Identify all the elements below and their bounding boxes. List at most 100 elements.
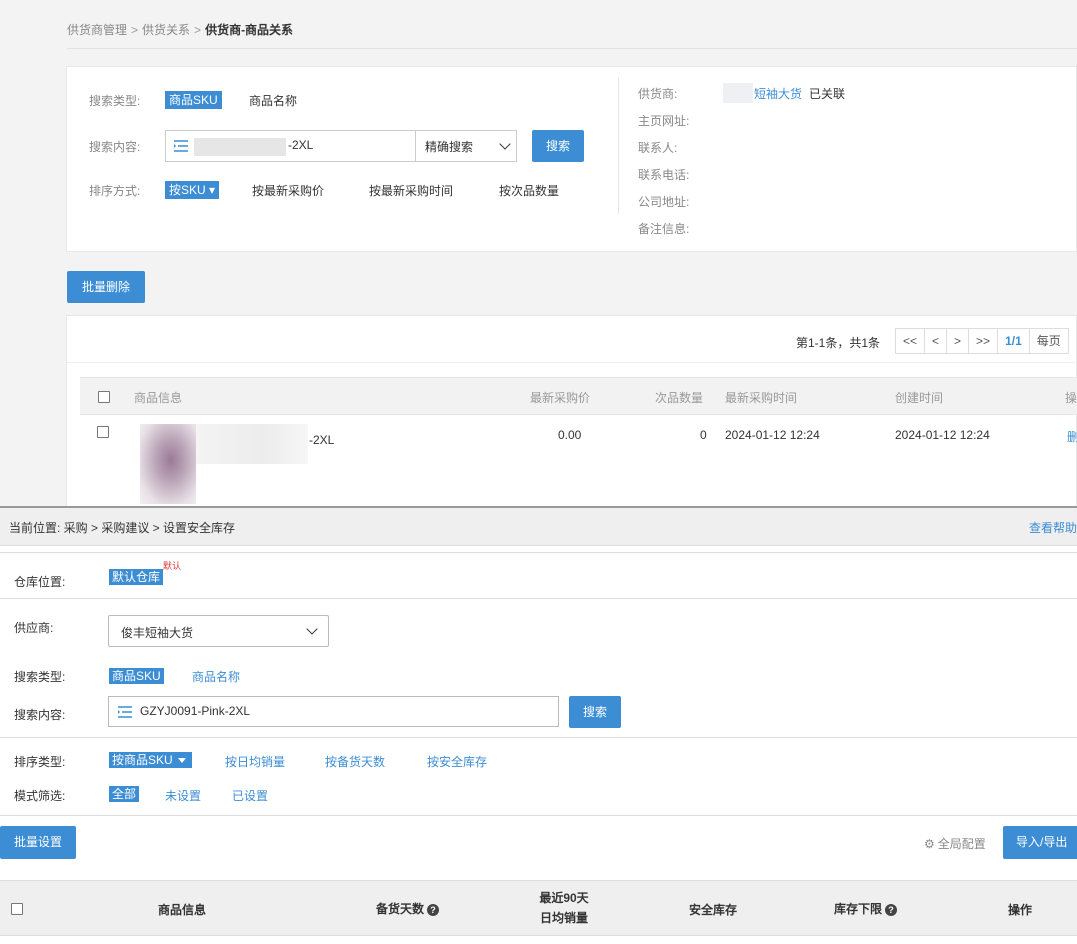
sort-by-daily-sales[interactable]: 按日均销量 <box>225 753 285 770</box>
supplier-name-link[interactable]: 短袖大货 <box>754 85 802 102</box>
delete-link[interactable]: 删 <box>1067 428 1077 445</box>
match-mode-select[interactable]: 精确搜索 <box>415 131 517 161</box>
search-card: 搜索类型: 商品SKU 商品名称 搜索内容: -2XL 精确搜索 搜索 排序方式… <box>66 66 1077 252</box>
question-icon[interactable]: ? <box>885 904 898 916</box>
breadcrumb: 当前位置: 采购 > 采购建议 > 设置安全库存 <box>9 521 236 535</box>
search-button[interactable]: 搜索 <box>569 696 621 728</box>
pager-per-page[interactable]: 每页 <box>1028 328 1069 354</box>
remark-label: 备注信息: <box>638 222 690 236</box>
relation-table-card: 第1-1条，共1条 << < > >> 1/1 每页 商品信息 最新采购价 次品… <box>66 315 1077 506</box>
search-type-label: 搜索类型: <box>14 670 66 684</box>
divider <box>0 598 1077 599</box>
address-label: 公司地址: <box>638 195 690 209</box>
import-export-button[interactable]: 导入/导出 <box>1003 826 1077 859</box>
redacted-text <box>194 138 286 156</box>
sort-by-price[interactable]: 按最新采购价 <box>252 182 324 199</box>
sort-by-stock-days[interactable]: 按备货天数 <box>325 753 385 770</box>
breadcrumb-current: 供货商-商品关系 <box>205 23 294 37</box>
th-last-price[interactable]: 最新采购价 <box>530 389 590 406</box>
help-link[interactable]: 查看帮助 <box>1029 519 1077 536</box>
breadcrumb: 供货商管理 > 供货关系 > 供货商-商品关系 <box>67 23 294 37</box>
divider <box>0 815 1077 816</box>
mode-all[interactable]: 全部 <box>109 786 140 802</box>
sort-by-time[interactable]: 按最新采购时间 <box>369 182 453 199</box>
th-safety-stock[interactable]: 安全库存 <box>689 901 737 918</box>
search-input[interactable]: -2XL 精确搜索 <box>165 130 517 162</box>
redacted-text <box>196 424 308 464</box>
created-time: 2024-01-12 12:24 <box>895 428 990 442</box>
select-all-checkbox[interactable] <box>11 903 23 915</box>
search-input[interactable]: GZYJ0091-Pink-2XL <box>108 696 559 727</box>
divider <box>618 78 619 214</box>
th-action: 操作 <box>1008 903 1033 917</box>
divider <box>67 48 1077 49</box>
divider <box>0 737 1077 738</box>
sort-label: 排序方式: <box>89 184 141 198</box>
search-type-name[interactable]: 商品名称 <box>192 668 240 685</box>
select-all-checkbox[interactable] <box>98 391 110 403</box>
th-product-info: 商品信息 <box>158 903 207 917</box>
pager-first[interactable]: << <box>895 328 926 354</box>
search-type-sku[interactable]: 商品SKU <box>109 668 164 684</box>
supplier-status: 已关联 <box>809 87 846 101</box>
list-filter-icon <box>174 140 188 152</box>
pager-next[interactable]: > <box>946 328 970 354</box>
sort-by-sku[interactable]: 按商品SKU <box>109 752 192 768</box>
sort-by-safety-stock[interactable]: 按安全库存 <box>427 753 487 770</box>
sort-by-sku[interactable]: 按SKU ▾ <box>165 181 220 199</box>
row-checkbox[interactable] <box>97 426 109 438</box>
breadcrumb-item[interactable]: 供货商管理 <box>67 23 127 37</box>
batch-delete-button[interactable]: 批量删除 <box>67 271 145 303</box>
pager-current: 1/1 <box>997 328 1030 354</box>
contact-label: 联系人: <box>638 141 678 155</box>
th-stock-days[interactable]: 备货天数? <box>376 900 440 917</box>
mode-set[interactable]: 已设置 <box>232 787 268 804</box>
global-config-button[interactable]: ⚙ 全局配置 <box>924 835 986 852</box>
product-thumbnail <box>140 424 196 504</box>
supplier-product-panel: 供货商管理 > 供货关系 > 供货商-商品关系 搜索类型: 商品SKU 商品名称 搜索内… <box>0 0 1077 506</box>
th-product-info: 商品信息 <box>134 391 183 405</box>
supplier-label: 供货商: <box>638 87 678 101</box>
sort-by-defects[interactable]: 按次品数量 <box>499 182 559 199</box>
last-purchase-time: 2024-01-12 12:24 <box>725 428 820 442</box>
mode-label: 模式筛选: <box>14 789 66 803</box>
location-bar: 当前位置: 采购 > 采购建议 > 设置安全库存 查看帮助 <box>0 508 1077 546</box>
homepage-label: 主页网址: <box>638 114 690 128</box>
th-action: 操 <box>1065 391 1077 405</box>
gear-icon: ⚙ <box>924 837 935 851</box>
pager-last[interactable]: >> <box>968 328 999 354</box>
search-type-sku[interactable]: 商品SKU <box>165 91 222 109</box>
product-sku: -2XL <box>309 433 335 447</box>
warehouse-default[interactable]: 默认仓库 <box>109 569 164 585</box>
th-defects[interactable]: 次品数量 <box>655 389 703 406</box>
search-type-name[interactable]: 商品名称 <box>249 92 297 109</box>
supplier-select[interactable]: 俊丰短袖大货 <box>108 615 329 647</box>
pager-prev[interactable]: < <box>924 328 948 354</box>
search-button[interactable]: 搜索 <box>532 130 584 162</box>
pager: << < > >> 1/1 每页 <box>895 328 1069 354</box>
th-created-time: 创建时间 <box>895 391 944 405</box>
phone-label: 联系电话: <box>638 168 690 182</box>
search-value: GZYJ0091-Pink-2XL <box>140 704 251 718</box>
pager-info: 第1-1条，共1条 <box>796 336 881 350</box>
mode-unset[interactable]: 未设置 <box>165 787 201 804</box>
default-badge: 默认 <box>163 561 182 571</box>
search-type-label: 搜索类型: <box>89 94 141 108</box>
breadcrumb-item[interactable]: 供货关系 <box>142 23 190 37</box>
chevron-down-icon <box>499 138 511 150</box>
sort-label: 排序类型: <box>14 755 66 769</box>
th-stock-floor[interactable]: 库存下限? <box>834 900 898 917</box>
table-header: 商品信息 最新采购价 次品数量 最新采购时间 创建时间 操 <box>80 377 1077 415</box>
th-last-purchase-time[interactable]: 最新采购时间 <box>725 389 797 406</box>
batch-set-button[interactable]: 批量设置 <box>0 826 76 859</box>
search-content-label: 搜索内容: <box>89 140 141 154</box>
search-content-label: 搜索内容: <box>14 708 66 722</box>
redacted-text <box>723 83 753 103</box>
warehouse-label: 仓库位置: <box>14 575 66 589</box>
divider <box>0 552 1077 553</box>
match-mode-value: 精确搜索 <box>425 140 474 154</box>
supplier-label: 供应商: <box>14 621 54 635</box>
divider <box>67 362 1077 363</box>
question-icon[interactable]: ? <box>427 904 440 916</box>
th-daily-sales[interactable]: 最近90天 日均销量 <box>536 888 592 928</box>
